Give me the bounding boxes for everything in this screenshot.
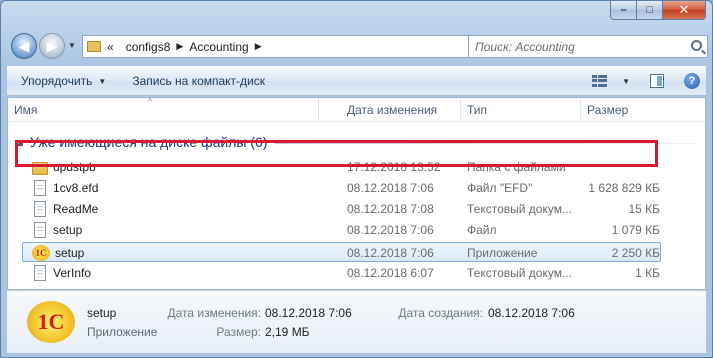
1c-logo-icon: 1С [27, 301, 75, 343]
navigation-bar: ◀ ▶ ▼ « configs8 ▶ Accounting ▶ ▼ ↻ Поис… [7, 33, 708, 61]
file-size: 1 628 829 КБ [588, 181, 660, 195]
file-size: 1 КБ [635, 266, 660, 280]
details-modified-label: Дата изменения: [167, 306, 262, 320]
1c-app-icon: 1С [32, 245, 50, 261]
details-pane: 1С setup Приложение Дата изменения: 08.1… [7, 290, 706, 353]
explorer-window: – □ ✕ ◀ ▶ ▼ « configs8 ▶ Accounting ▶ ▼ … [0, 0, 713, 358]
close-button[interactable]: ✕ [662, 1, 706, 20]
column-type-label: Тип [467, 103, 488, 117]
file-name: VerInfo [53, 266, 92, 280]
file-type: Текстовый докум... [467, 202, 572, 216]
arrow-left-icon: ◀ [18, 37, 30, 54]
search-placeholder: Поиск: Accounting [475, 39, 575, 54]
highlight-outline [15, 140, 658, 167]
list-item[interactable]: 1cv8.efd 08.12.2018 7:06 Файл "EFD" 1 62… [22, 178, 661, 198]
details-size-label: Размер: [216, 325, 261, 339]
file-name: setup [53, 223, 83, 237]
preview-pane-icon[interactable] [650, 74, 664, 88]
file-size: 2 250 КБ [611, 246, 660, 260]
details-file-type: Приложение [87, 325, 158, 339]
document-icon [34, 180, 46, 196]
details-modified-value: 08.12.2018 7:06 [265, 306, 352, 320]
organize-button[interactable]: Упорядочить ▼ [7, 67, 118, 95]
file-size: 1 079 КБ [611, 223, 660, 237]
list-item-selected[interactable]: 1С setup 08.12.2018 7:06 Приложение 2 250… [22, 242, 661, 262]
file-list: Имя ^ Дата изменения Тип Размер ◢ Уже им… [7, 96, 706, 290]
file-type: Файл "EFD" [467, 181, 533, 195]
breadcrumb-overflow[interactable]: « [107, 40, 114, 54]
file-name: ReadMe [53, 202, 99, 216]
file-type: Приложение [467, 246, 538, 260]
file-size: 15 КБ [628, 202, 660, 216]
file-date: 08.12.2018 6:07 [347, 266, 434, 280]
breadcrumb-item-configs8[interactable]: configs8 [126, 40, 171, 54]
folder-icon [87, 41, 101, 52]
details-size-value: 2,19 МБ [265, 325, 310, 339]
column-name-label: Имя [14, 103, 38, 117]
details-file-name: setup [87, 306, 117, 320]
sort-ascending-icon: ^ [148, 96, 153, 106]
list-item[interactable]: setup 08.12.2018 7:06 Файл 1 079 КБ [22, 220, 661, 240]
burn-to-disc-button[interactable]: Запись на компакт-диск [118, 67, 277, 95]
view-options-dropdown[interactable]: ▼ [622, 77, 630, 86]
chevron-down-icon: ▼ [98, 76, 107, 86]
file-date: 08.12.2018 7:06 [347, 181, 434, 195]
document-icon [34, 222, 46, 238]
column-date-label: Дата изменения [347, 103, 438, 117]
file-date: 08.12.2018 7:06 [347, 223, 434, 237]
details-created-value: 08.12.2018 7:06 [488, 306, 575, 320]
back-button[interactable]: ◀ [11, 33, 37, 59]
chevron-right-icon[interactable]: ▶ [176, 41, 183, 52]
forward-button[interactable]: ▶ [39, 33, 65, 59]
column-headers: Имя ^ Дата изменения Тип Размер [8, 96, 705, 122]
breadcrumb-item-accounting[interactable]: Accounting [189, 40, 248, 54]
file-date: 08.12.2018 7:06 [347, 246, 434, 260]
document-icon [34, 201, 46, 217]
column-header-type[interactable]: Тип [461, 98, 581, 122]
arrow-right-icon: ▶ [46, 37, 58, 54]
column-header-name[interactable]: Имя ^ [8, 96, 319, 122]
command-bar: Упорядочить ▼ Запись на компакт-диск ▼ ? [7, 66, 706, 96]
list-item[interactable]: ReadMe 08.12.2018 7:08 Текстовый докум..… [22, 199, 661, 219]
address-bar[interactable]: « configs8 ▶ Accounting ▶ ▼ ↻ [82, 35, 511, 58]
file-type: Файл [467, 223, 497, 237]
file-name: setup [55, 246, 85, 260]
change-view-icon[interactable] [592, 75, 608, 87]
recent-pages-dropdown[interactable]: ▼ [68, 41, 76, 50]
file-date: 08.12.2018 7:08 [347, 202, 434, 216]
help-icon[interactable]: ? [684, 73, 700, 89]
details-created-label: Дата создания: [398, 306, 483, 320]
list-item[interactable]: VerInfo 08.12.2018 6:07 Текстовый докум.… [22, 263, 661, 283]
column-header-date[interactable]: Дата изменения [341, 98, 461, 122]
minimize-button[interactable]: – [610, 1, 636, 20]
chevron-right-icon[interactable]: ▶ [255, 41, 262, 52]
organize-label: Упорядочить [21, 74, 93, 88]
file-type: Текстовый докум... [467, 266, 572, 280]
search-icon[interactable] [691, 40, 702, 51]
caption-buttons: – □ ✕ [610, 1, 706, 21]
document-icon [34, 265, 46, 281]
column-header-size[interactable]: Размер [581, 98, 681, 122]
maximize-button[interactable]: □ [636, 1, 662, 20]
column-size-label: Размер [587, 103, 629, 117]
file-name: 1cv8.efd [53, 181, 99, 195]
search-input[interactable]: Поиск: Accounting [468, 35, 708, 58]
